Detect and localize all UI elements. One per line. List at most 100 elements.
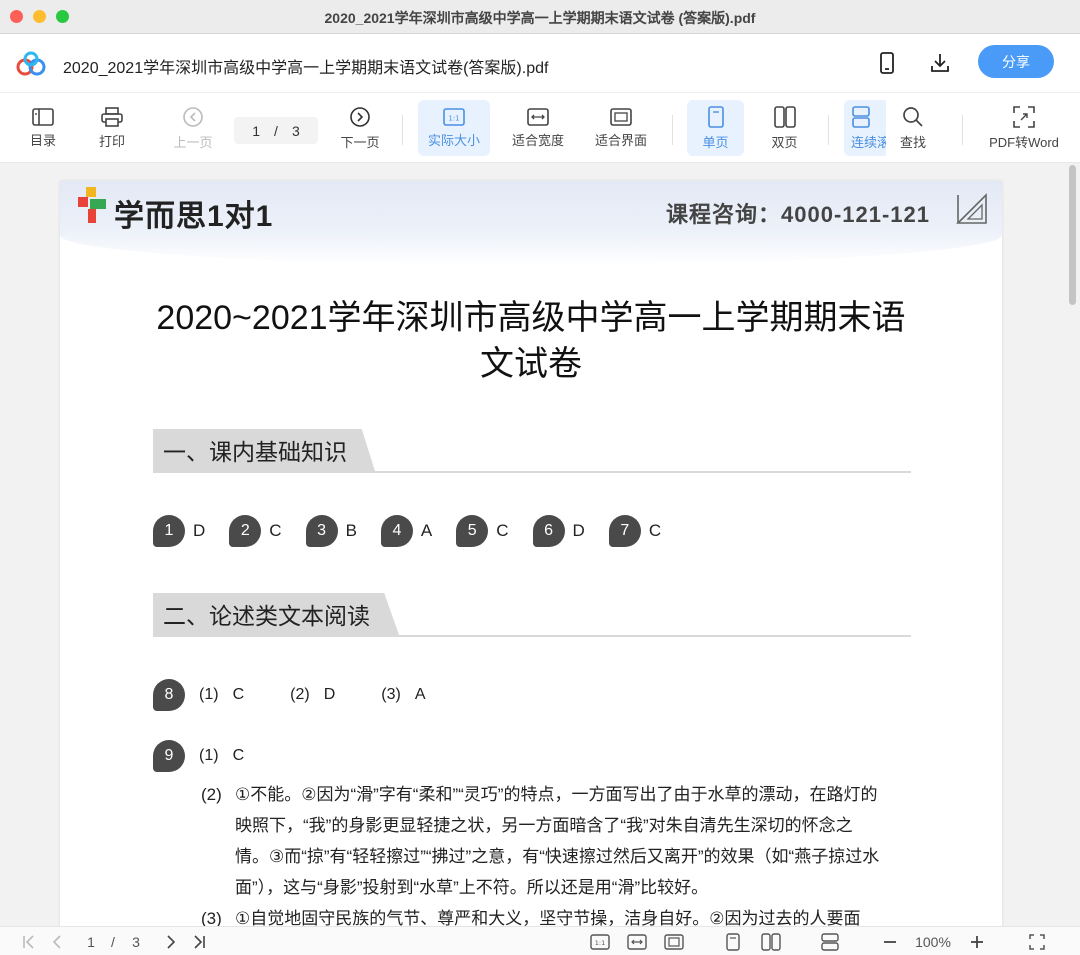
answer-value: A — [420, 521, 433, 540]
answer-paragraph: ①自觉地固守民族的气节、尊严和大义，坚守节操，洁身自好。②因为过去的人要面 — [235, 909, 861, 926]
zoom-in-icon[interactable] — [966, 931, 988, 952]
toc-label: 目录 — [29, 132, 56, 148]
continuous-scroll-label: 连续滚 — [851, 134, 886, 150]
question-number-badge: 7 — [608, 515, 641, 547]
answer-value: D — [323, 686, 336, 703]
download-icon[interactable] — [927, 50, 953, 76]
next-page-icon[interactable] — [160, 931, 182, 952]
double-page-button[interactable]: 双页 — [756, 100, 813, 156]
toc-icon — [32, 107, 54, 126]
answer-paragraph: ①不能。②因为“滑”字有“柔和”“灵巧”的特点，一方面写出了由于水草的漂动，在路… — [235, 785, 880, 897]
print-button[interactable]: 打印 — [89, 100, 135, 156]
answer-value: C — [232, 747, 245, 764]
chevron-left-circle-icon — [183, 106, 203, 127]
question-number-badge: 4 — [380, 515, 413, 547]
double-page-icon[interactable] — [760, 931, 782, 952]
question-number-badge: 1 — [153, 515, 185, 547]
continuous-scroll-icon — [852, 105, 870, 128]
search-label: 查找 — [899, 134, 926, 150]
page-separator: / — [274, 122, 278, 139]
status-total-pages: 3 — [132, 933, 140, 950]
continuous-scroll-button[interactable]: 连续滚 — [844, 100, 886, 156]
vertical-scrollbar[interactable] — [1069, 165, 1076, 305]
document-title: 2020~2021学年深圳市高级中学高一上学期期末语 文试卷 — [60, 295, 1002, 387]
toolbar-divider — [962, 115, 963, 145]
document-title-line-2: 文试卷 — [480, 345, 582, 383]
window-titlebar: 2020_2021学年深圳市高级中学高一上学期期末语文试卷 (答案版).pdf — [0, 0, 1080, 34]
question-9-part-2: (2) ①不能。②因为“滑”字有“柔和”“灵巧”的特点，一方面写出了由于水草的漂… — [201, 779, 881, 903]
fit-width-button[interactable]: 适合宽度 — [502, 100, 574, 156]
next-page-label: 下一页 — [340, 134, 380, 150]
actual-size-label: 实际大小 — [427, 132, 480, 148]
actual-size-button[interactable]: 1:1 实际大小 — [418, 100, 490, 156]
search-icon — [903, 106, 923, 127]
actual-size-icon: 1:1 — [443, 107, 465, 126]
toc-button[interactable]: 目录 — [20, 100, 66, 156]
single-page-icon[interactable] — [722, 931, 744, 952]
sub-question-label: (2) — [290, 686, 310, 703]
question-8-row: 8 (1) C (2) D (3) A — [153, 679, 425, 711]
sub-question-label: (1) — [199, 686, 219, 703]
section-title: 二、论述类文本阅读 — [153, 593, 399, 635]
question-9-row: 9 (1) C — [153, 740, 244, 772]
question-9-part-3: (3) ①自觉地固守民族的气节、尊严和大义，坚守节操，洁身自好。②因为过去的人要… — [201, 903, 881, 926]
chevron-right-circle-icon — [350, 106, 370, 127]
sub-question-label: (2) — [201, 785, 222, 804]
toolbar-divider — [828, 115, 829, 145]
fit-width-label: 适合宽度 — [511, 132, 564, 148]
brand-logo-icon — [78, 187, 106, 223]
print-label: 打印 — [98, 133, 125, 149]
fit-width-icon[interactable] — [626, 931, 648, 952]
answer-value: D — [193, 521, 206, 540]
fit-page-icon — [610, 107, 632, 126]
svg-text:1:1: 1:1 — [448, 114, 459, 122]
actual-size-icon[interactable]: 1:1 — [589, 931, 611, 952]
prev-page-icon[interactable] — [46, 931, 68, 952]
prev-page-button[interactable]: 上一页 — [166, 100, 220, 156]
answer-value: A — [414, 686, 426, 703]
ruler-icon — [956, 193, 987, 224]
share-button[interactable]: 分享 — [978, 45, 1054, 78]
fit-page-label: 适合界面 — [594, 132, 647, 148]
zoom-out-icon[interactable] — [879, 931, 901, 952]
brand-name: 学而思1对1 — [114, 200, 274, 233]
last-page-icon[interactable] — [188, 931, 210, 952]
status-bar: 1 / 3 1:1 100% — [0, 926, 1080, 955]
fullscreen-icon[interactable] — [1026, 931, 1048, 952]
zoom-level[interactable]: 100% — [908, 931, 958, 952]
single-page-button[interactable]: 单页 — [687, 100, 744, 156]
toolbar-divider — [402, 115, 403, 145]
page-number-input[interactable]: 1 / 3 — [234, 117, 318, 144]
question-number-badge: 2 — [229, 515, 262, 547]
double-page-icon — [773, 105, 796, 128]
pdf-to-word-button[interactable]: PDF转Word — [982, 100, 1066, 156]
app-header: 2020_2021学年深圳市高级中学高一上学期期末语文试卷(答案版).pdf 分… — [0, 34, 1080, 93]
mobile-icon[interactable] — [874, 50, 900, 76]
question-number-badge: 3 — [305, 515, 338, 547]
question-number-badge: 9 — [153, 740, 185, 772]
fit-page-icon[interactable] — [663, 931, 685, 952]
section-header: 一、课内基础知识 — [153, 429, 911, 473]
page-banner: 学而思1对1 课程咨询：4000-121-121 — [60, 181, 1002, 265]
pdf-toolbar: 目录 打印 上一页 1 / 3 下一页 1:1 实际大小 适合宽度 适合界面 单… — [0, 93, 1080, 163]
window-title: 2020_2021学年深圳市高级中学高一上学期期末语文试卷 (答案版).pdf — [324, 10, 756, 26]
first-page-icon[interactable] — [18, 931, 40, 952]
section-header: 二、论述类文本阅读 — [153, 593, 911, 637]
current-page: 1 — [252, 122, 261, 139]
answer-value: C — [269, 521, 282, 540]
continuous-scroll-icon[interactable] — [819, 931, 841, 952]
sub-question-label: (1) — [199, 747, 219, 764]
answer-list: 1 D 2 C 3 B 4 A 5 C 6 D 7 C — [153, 515, 685, 547]
prev-page-label: 上一页 — [173, 134, 213, 150]
printer-icon — [101, 106, 123, 127]
next-page-button[interactable]: 下一页 — [334, 100, 386, 156]
single-page-label: 单页 — [702, 134, 729, 150]
search-button[interactable]: 查找 — [890, 100, 936, 156]
total-pages: 3 — [291, 122, 300, 139]
document-viewport[interactable]: 学而思1对1 课程咨询：4000-121-121 2020~2021学年深圳市高… — [0, 163, 1080, 926]
status-current-page[interactable]: 1 — [82, 931, 100, 952]
fit-page-button[interactable]: 适合界面 — [585, 100, 657, 156]
question-number-badge: 6 — [532, 515, 565, 547]
answer-value: C — [232, 686, 245, 703]
question-number-badge: 5 — [456, 515, 489, 547]
